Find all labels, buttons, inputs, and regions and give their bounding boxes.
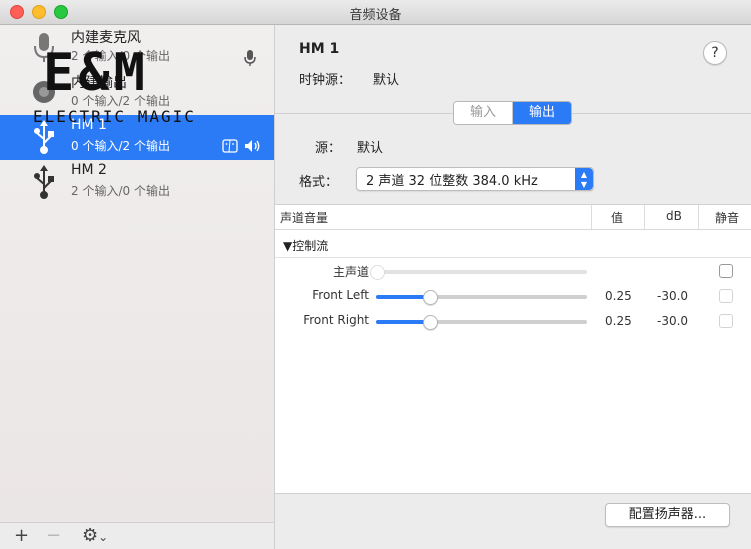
- usb-icon: [34, 120, 54, 154]
- audio-devices-window: 音频设备 内建麦克风 2 个输入/0 个输出 内建输出 0 个输入/2 个输出 …: [0, 0, 751, 549]
- device-io-summary: 2 个输入/0 个输出: [71, 49, 170, 63]
- column-divider: [644, 205, 645, 229]
- volume-db: -30.0: [657, 289, 689, 303]
- slider-fill: [376, 320, 429, 324]
- chevron-down-icon: ⌄: [98, 530, 109, 544]
- gear-glyph: ⚙: [82, 525, 99, 546]
- add-device-button[interactable]: +: [14, 526, 29, 546]
- device-item-builtin-output[interactable]: 内建输出 0 个输入/2 个输出: [0, 70, 274, 115]
- device-item-hm1[interactable]: HM 1 0 个输入/2 个输出: [0, 115, 274, 160]
- channel-label: Front Left: [312, 288, 369, 302]
- device-item-builtin-mic[interactable]: 内建麦克风 2 个输入/0 个输出: [0, 25, 274, 70]
- microphone-icon: [34, 33, 54, 62]
- column-header-volume[interactable]: 声道音量: [280, 209, 328, 226]
- volume-value: 0.25: [605, 314, 632, 328]
- device-name: HM 1: [71, 117, 107, 133]
- format-label: 格式：: [299, 175, 339, 190]
- configure-speakers-button[interactable]: 配置扬声器...: [605, 503, 730, 527]
- remove-device-button[interactable]: −: [46, 526, 61, 546]
- channel-label: Front Right: [303, 313, 369, 327]
- column-divider: [591, 205, 592, 229]
- finder-face-icon: [222, 139, 238, 153]
- sidebar-toolbar: + − ⚙⌄: [0, 522, 275, 549]
- clock-source-label: 时钟源：: [299, 73, 352, 88]
- device-status-icons: [222, 139, 262, 153]
- device-item-hm2[interactable]: HM 2 2 个输入/0 个输出: [0, 160, 274, 205]
- table-row: Front Left 0.25 -30.0: [275, 284, 751, 308]
- io-tab-control: 输入 输出: [453, 101, 572, 125]
- volume-slider[interactable]: [376, 290, 587, 305]
- format-value: 2 声道 32 位整数 384.0 kHz: [366, 174, 538, 189]
- output-speaker-icon: [245, 140, 260, 152]
- mute-checkbox[interactable]: [719, 314, 733, 328]
- slider-knob[interactable]: [370, 265, 385, 280]
- usb-icon: [34, 165, 54, 199]
- input-microphone-icon: [244, 50, 256, 66]
- volume-db: -30.0: [657, 314, 689, 328]
- device-detail-panel: HM 1 时钟源： 默认 ? 输入 输出 源： 默认 格式： 2 声道 32 位…: [275, 25, 751, 549]
- device-name: 内建麦克风: [71, 30, 141, 46]
- volume-slider[interactable]: [376, 315, 587, 330]
- volume-value: 0.25: [605, 289, 632, 303]
- divider: [275, 257, 751, 258]
- table-row: 主声道: [275, 259, 751, 283]
- source-label: 源：: [315, 141, 342, 156]
- device-sidebar: 内建麦克风 2 个输入/0 个输出 内建输出 0 个输入/2 个输出 HM 1 …: [0, 25, 275, 522]
- device-title: HM 1: [299, 41, 340, 57]
- control-stream-group[interactable]: ▼控制流: [283, 237, 328, 254]
- channel-label: 主声道: [332, 265, 369, 279]
- table-header: 声道音量 值 dB 静音: [275, 205, 751, 230]
- device-name: HM 2: [71, 162, 107, 178]
- titlebar: 音频设备: [0, 0, 751, 25]
- table-row: Front Right 0.25 -30.0: [275, 309, 751, 333]
- window-title: 音频设备: [349, 8, 402, 23]
- column-divider: [698, 205, 699, 229]
- select-arrows-icon: ▲ ▼: [575, 168, 593, 190]
- source-value[interactable]: 默认: [357, 137, 383, 156]
- speaker-icon: [33, 81, 55, 103]
- device-io-summary: 0 个输入/2 个输出: [71, 94, 170, 108]
- format-select[interactable]: 2 声道 32 位整数 384.0 kHz ▲ ▼: [356, 167, 594, 191]
- tab-output[interactable]: 输出: [513, 102, 571, 124]
- help-button[interactable]: ?: [703, 41, 727, 65]
- slider-knob[interactable]: [422, 290, 438, 305]
- device-io-summary: 0 个输入/2 个输出: [71, 139, 170, 153]
- volume-slider[interactable]: [370, 265, 587, 280]
- channel-volume-table: 声道音量 值 dB 静音 ▼控制流 主声道 Front Left 0.25 -3…: [275, 204, 751, 494]
- device-io-summary: 2 个输入/0 个输出: [71, 184, 170, 198]
- column-header-mute[interactable]: 静音: [715, 209, 739, 226]
- mute-checkbox[interactable]: [719, 289, 733, 303]
- mute-checkbox[interactable]: [719, 264, 733, 278]
- device-name: 内建输出: [71, 75, 127, 91]
- clock-source-value[interactable]: 默认: [373, 69, 399, 88]
- gear-icon[interactable]: ⚙⌄: [82, 526, 108, 547]
- column-header-db[interactable]: dB: [666, 209, 682, 223]
- column-header-value[interactable]: 值: [611, 209, 623, 226]
- slider-knob[interactable]: [422, 315, 438, 330]
- tab-input[interactable]: 输入: [454, 102, 513, 124]
- slider-fill: [376, 295, 429, 299]
